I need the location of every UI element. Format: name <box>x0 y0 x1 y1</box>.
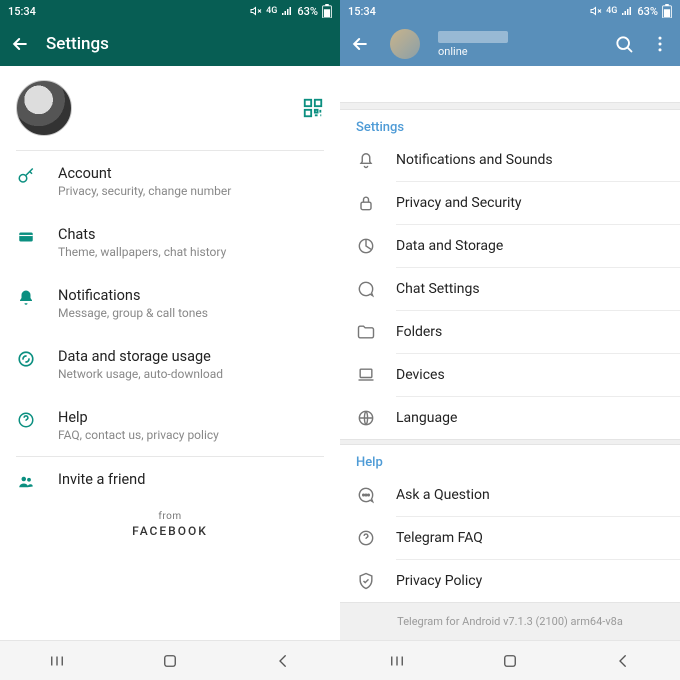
item-sub: Message, group & call tones <box>58 306 208 320</box>
item-label: Help <box>58 409 219 426</box>
item-label: Devices <box>396 367 445 383</box>
settings-item-help[interactable]: Help FAQ, contact us, privacy policy <box>0 395 340 456</box>
item-label: Privacy Policy <box>396 573 482 589</box>
message-icon <box>356 485 376 505</box>
tg-item-devices[interactable]: Devices <box>340 354 680 396</box>
settings-item-chats[interactable]: Chats Theme, wallpapers, chat history <box>0 212 340 273</box>
tg-item-notifications[interactable]: Notifications and Sounds <box>340 139 680 181</box>
battery-icon <box>662 4 672 18</box>
tg-item-policy[interactable]: Privacy Policy <box>340 560 680 602</box>
back-icon[interactable] <box>10 34 30 54</box>
back-icon[interactable] <box>350 34 370 54</box>
user-status: online <box>438 45 508 58</box>
people-icon <box>17 473 35 491</box>
item-sub: Privacy, security, change number <box>58 184 231 198</box>
pie-icon <box>356 236 376 256</box>
item-label: Telegram FAQ <box>396 530 483 546</box>
app-bar: Settings <box>0 22 340 66</box>
item-label: Data and storage usage <box>58 348 223 365</box>
settings-item-invite[interactable]: Invite a friend <box>0 457 340 505</box>
status-time: 15:34 <box>348 5 376 18</box>
laptop-icon <box>356 365 376 385</box>
settings-item-account[interactable]: Account Privacy, security, change number <box>0 151 340 212</box>
mute-icon <box>250 5 262 17</box>
bell-icon <box>356 150 376 170</box>
status-time: 15:34 <box>8 5 36 18</box>
data-icon <box>17 350 35 368</box>
chat-icon <box>17 228 35 246</box>
qr-icon[interactable] <box>302 97 324 119</box>
item-label: Data and Storage <box>396 238 503 254</box>
item-label: Notifications <box>58 287 208 304</box>
from-label: from <box>0 511 340 522</box>
item-label: Language <box>396 410 457 426</box>
nav-home[interactable] <box>454 652 566 670</box>
nav-recents[interactable] <box>341 652 453 670</box>
shield-icon <box>356 571 376 591</box>
search-icon[interactable] <box>614 34 634 54</box>
more-icon[interactable] <box>650 34 670 54</box>
version-label: Telegram for Android v7.1.3 (2100) arm64… <box>340 602 680 640</box>
lock-icon <box>356 193 376 213</box>
profile-row[interactable] <box>0 66 340 150</box>
section-settings: Settings <box>340 110 680 139</box>
nav-recents[interactable] <box>1 652 113 670</box>
item-label: Folders <box>396 324 442 340</box>
item-label: Ask a Question <box>396 487 490 503</box>
username-redacted <box>438 31 508 43</box>
item-sub: FAQ, contact us, privacy policy <box>58 428 219 442</box>
key-icon <box>17 167 35 185</box>
nav-home[interactable] <box>114 652 226 670</box>
tg-item-faq[interactable]: Telegram FAQ <box>340 517 680 559</box>
tg-item-language[interactable]: Language <box>340 397 680 439</box>
nav-bar <box>340 640 680 680</box>
avatar[interactable] <box>390 29 420 59</box>
status-battery: 63% <box>297 5 318 18</box>
signal-icon <box>281 6 293 16</box>
signal-icon <box>621 6 633 16</box>
help-icon <box>17 411 35 429</box>
globe-icon <box>356 408 376 428</box>
app-bar: online <box>340 22 680 66</box>
tg-item-data[interactable]: Data and Storage <box>340 225 680 267</box>
tg-item-privacy[interactable]: Privacy and Security <box>340 182 680 224</box>
nav-back[interactable] <box>227 652 339 670</box>
page-title: Settings <box>46 34 109 54</box>
battery-icon <box>322 4 332 18</box>
section-help: Help <box>340 445 680 474</box>
item-label: Chat Settings <box>396 281 480 297</box>
item-label: Chats <box>58 226 226 243</box>
settings-item-data[interactable]: Data and storage usage Network usage, aut… <box>0 334 340 395</box>
status-bar: 15:34 4G 63% <box>340 0 680 22</box>
nav-bar <box>0 640 340 680</box>
help-icon <box>356 528 376 548</box>
item-label: Invite a friend <box>58 471 145 488</box>
chat-bubble-icon <box>356 279 376 299</box>
item-label: Privacy and Security <box>396 195 522 211</box>
tg-item-chat[interactable]: Chat Settings <box>340 268 680 310</box>
settings-item-notifications[interactable]: Notifications Message, group & call tones <box>0 273 340 334</box>
tg-item-folders[interactable]: Folders <box>340 311 680 353</box>
brand-label: FACEBOOK <box>0 524 340 538</box>
status-bar: 15:34 4G 63% <box>0 0 340 22</box>
bell-icon <box>17 289 35 307</box>
item-sub: Theme, wallpapers, chat history <box>58 245 226 259</box>
tg-item-ask[interactable]: Ask a Question <box>340 474 680 516</box>
avatar[interactable] <box>16 80 72 136</box>
status-battery: 63% <box>637 5 658 18</box>
mute-icon <box>590 5 602 17</box>
item-label: Notifications and Sounds <box>396 152 553 168</box>
folder-icon <box>356 322 376 342</box>
item-sub: Network usage, auto-download <box>58 367 223 381</box>
nav-back[interactable] <box>567 652 679 670</box>
item-label: Account <box>58 165 231 182</box>
